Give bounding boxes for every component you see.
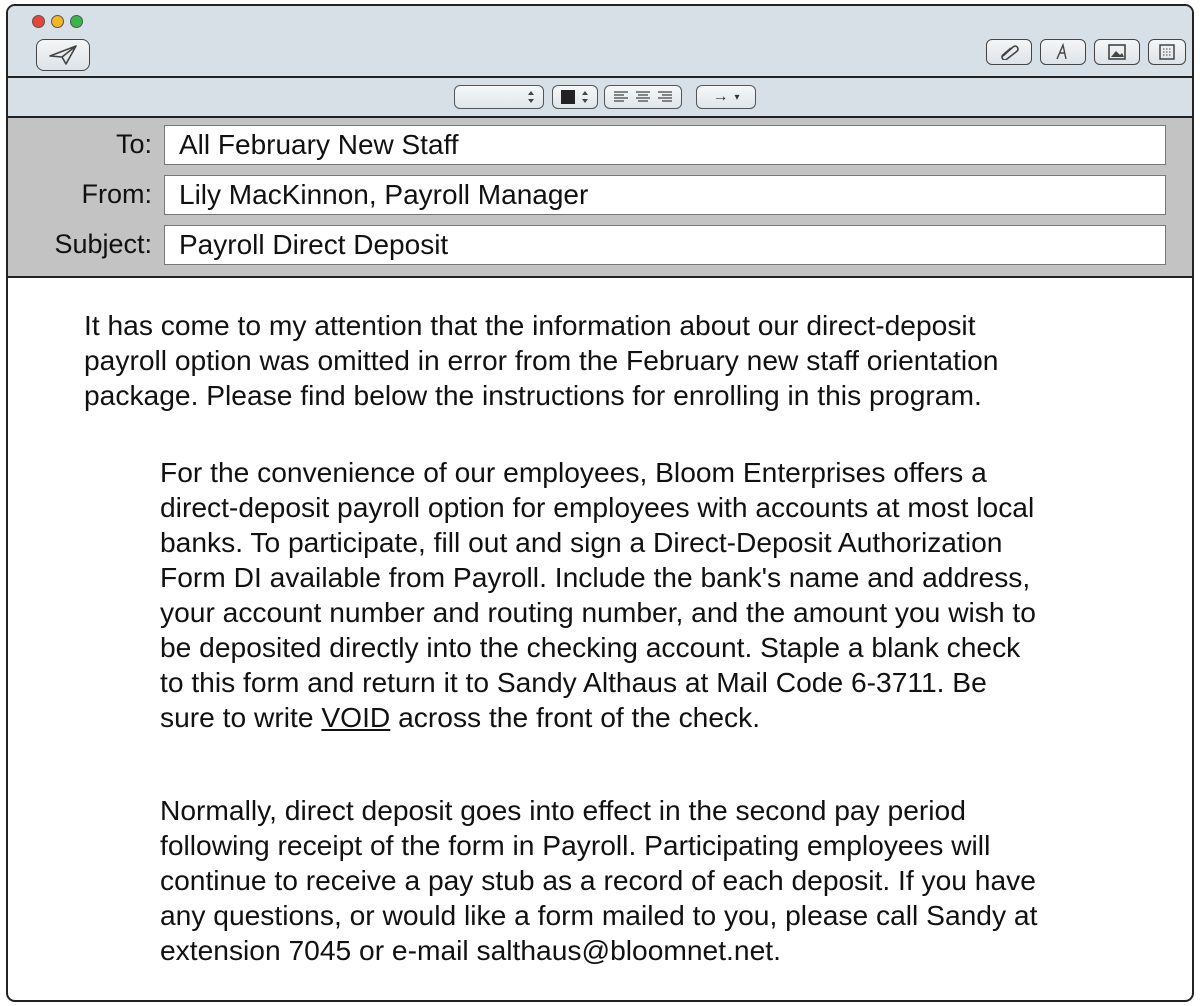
from-label: From: (81, 179, 153, 209)
compose-window: → ▾ To: All February New Staff From: Lil… (6, 4, 1194, 1002)
image-icon (1108, 44, 1126, 60)
body-line: It has come to my attention that the inf… (84, 309, 976, 341)
arrow-right-icon: → (712, 88, 729, 105)
to-label: To: (115, 129, 152, 159)
updown-icon (582, 91, 588, 103)
window-controls (32, 15, 83, 28)
font-icon (1056, 43, 1067, 60)
paperclip-icon (1001, 45, 1019, 60)
font-size-select[interactable] (454, 85, 544, 109)
body-line: direct-deposit payroll option for employ… (160, 491, 1035, 523)
body-line: For the convenience of our employees, Bl… (160, 456, 987, 488)
body-line: to this form and return it to Sandy Alth… (160, 666, 987, 698)
paper-plane-icon (49, 45, 77, 65)
body-line: sure to write VOID across the front of t… (160, 700, 1036, 735)
align-center-icon[interactable] (633, 89, 653, 105)
body-line: following receipt of the form in Payroll… (160, 829, 991, 861)
toolbar (8, 6, 1192, 78)
body-line: package. Please find below the instructi… (84, 379, 982, 411)
close-button[interactable] (32, 15, 45, 28)
alignment-group[interactable] (604, 85, 682, 109)
body-line: continue to receive a pay stub as a reco… (160, 864, 1036, 896)
zoom-button[interactable] (70, 15, 83, 28)
minimize-button[interactable] (51, 15, 64, 28)
align-left-icon[interactable] (611, 89, 631, 105)
line-prefix: sure to write (160, 701, 322, 733)
instructions-paragraph: For the convenience of our employees, Bl… (160, 455, 1036, 735)
send-button[interactable] (36, 39, 90, 71)
body-line: payroll option was omitted in error from… (84, 344, 999, 376)
followup-paragraph: Normally, direct deposit goes into effec… (160, 793, 1037, 968)
body-line: Form DI available from Payroll. Include … (160, 561, 1031, 593)
intro-paragraph: It has come to my attention that the inf… (84, 308, 998, 413)
align-right-icon[interactable] (655, 89, 675, 105)
stationery-button[interactable] (1148, 39, 1186, 65)
body-line: be deposited directly into the checking … (160, 631, 1021, 663)
color-swatch (561, 90, 575, 104)
to-row: To: All February New Staff (8, 125, 1192, 169)
body-line: Normally, direct deposit goes into effec… (160, 794, 966, 826)
subject-field[interactable]: Payroll Direct Deposit (164, 225, 1166, 265)
format-bar: → ▾ (8, 78, 1192, 118)
from-row: From: Lily MacKinnon, Payroll Manager (8, 175, 1192, 219)
attach-button[interactable] (986, 39, 1032, 65)
chevron-down-icon: ▾ (734, 91, 740, 103)
to-field[interactable]: All February New Staff (164, 125, 1166, 165)
text-color-select[interactable] (552, 85, 598, 109)
body-line: extension 7045 or e-mail salthaus@bloomn… (160, 934, 781, 966)
void-emphasis: VOID (321, 701, 391, 733)
subject-label: Subject: (54, 229, 152, 259)
body-line: banks. To participate, fill out and sign… (160, 526, 1003, 558)
indent-select[interactable]: → ▾ (696, 85, 756, 109)
subject-row: Subject: Payroll Direct Deposit (8, 225, 1192, 269)
body-line: any questions, or would like a form mail… (160, 899, 1038, 931)
body-line: your account number and routing number, … (160, 596, 1036, 628)
photo-browser-button[interactable] (1094, 39, 1140, 65)
from-field[interactable]: Lily MacKinnon, Payroll Manager (164, 175, 1166, 215)
template-icon (1159, 44, 1175, 60)
line-suffix: across the front of the check. (390, 701, 761, 733)
updown-icon (528, 91, 534, 103)
fonts-button[interactable] (1040, 39, 1086, 65)
message-headers: To: All February New Staff From: Lily Ma… (8, 118, 1192, 278)
